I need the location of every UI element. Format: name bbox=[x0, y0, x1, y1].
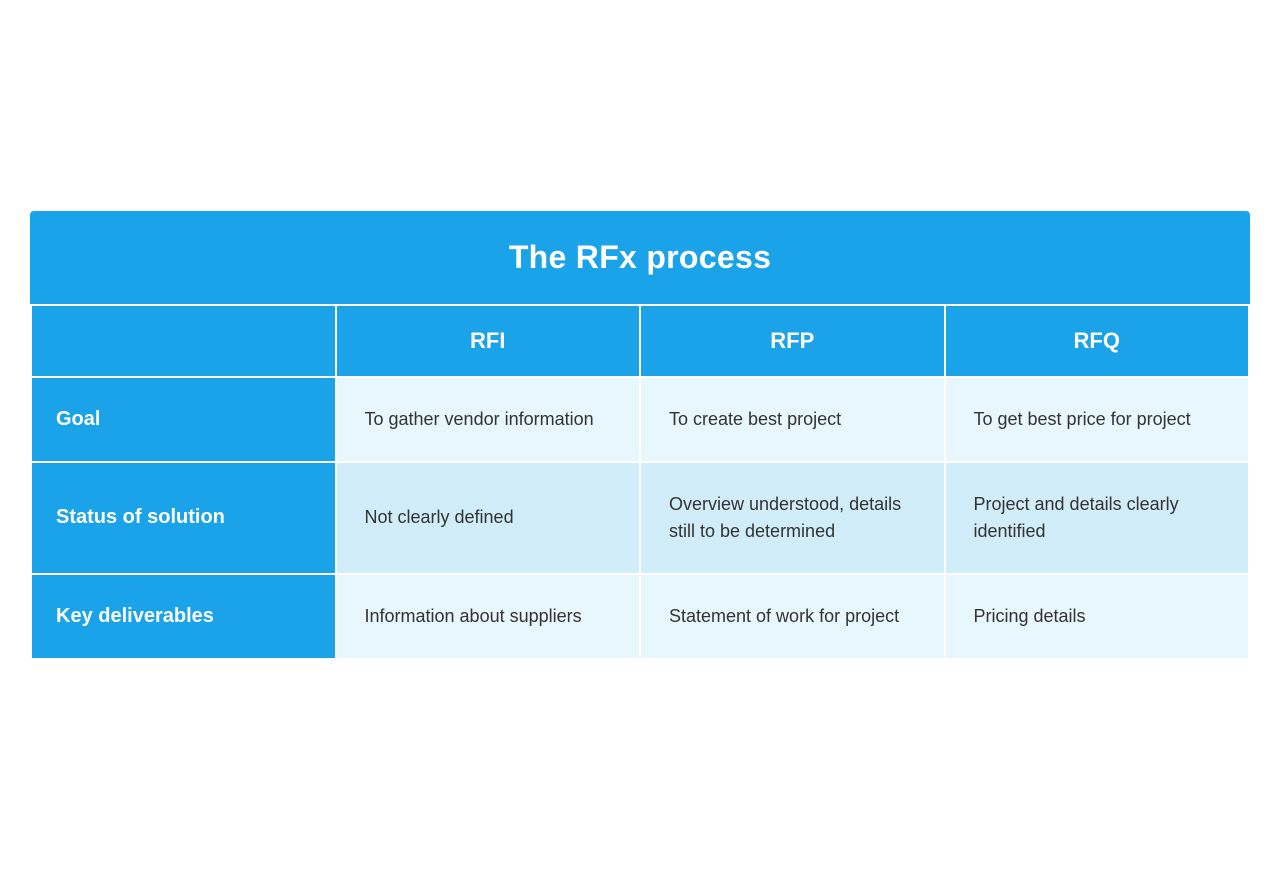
cell-rfi-2: Information about suppliers bbox=[336, 574, 641, 659]
cell-rfq-0: To get best price for project bbox=[945, 377, 1250, 462]
rfx-table-container: The RFx process RFI RFP RFQ GoalTo gathe… bbox=[30, 211, 1250, 660]
cell-rfq-2: Pricing details bbox=[945, 574, 1250, 659]
row-label-1: Status of solution bbox=[31, 462, 336, 574]
rfx-table: RFI RFP RFQ GoalTo gather vendor informa… bbox=[30, 304, 1250, 660]
cell-rfi-0: To gather vendor information bbox=[336, 377, 641, 462]
cell-rfp-0: To create best project bbox=[640, 377, 945, 462]
table-header-row: RFI RFP RFQ bbox=[31, 305, 1249, 377]
table-row: Key deliverablesInformation about suppli… bbox=[31, 574, 1249, 659]
table-row: Status of solutionNot clearly definedOve… bbox=[31, 462, 1249, 574]
table-row: GoalTo gather vendor informationTo creat… bbox=[31, 377, 1249, 462]
header-col-rfq: RFQ bbox=[945, 305, 1250, 377]
page-title: The RFx process bbox=[509, 239, 771, 275]
row-label-2: Key deliverables bbox=[31, 574, 336, 659]
header-col-rfp: RFP bbox=[640, 305, 945, 377]
cell-rfp-1: Overview understood, details still to be… bbox=[640, 462, 945, 574]
cell-rfq-1: Project and details clearly identified bbox=[945, 462, 1250, 574]
cell-rfi-1: Not clearly defined bbox=[336, 462, 641, 574]
cell-rfp-2: Statement of work for project bbox=[640, 574, 945, 659]
row-label-0: Goal bbox=[31, 377, 336, 462]
header-col-rfi: RFI bbox=[336, 305, 641, 377]
header-col-label bbox=[31, 305, 336, 377]
title-section: The RFx process bbox=[30, 211, 1250, 304]
